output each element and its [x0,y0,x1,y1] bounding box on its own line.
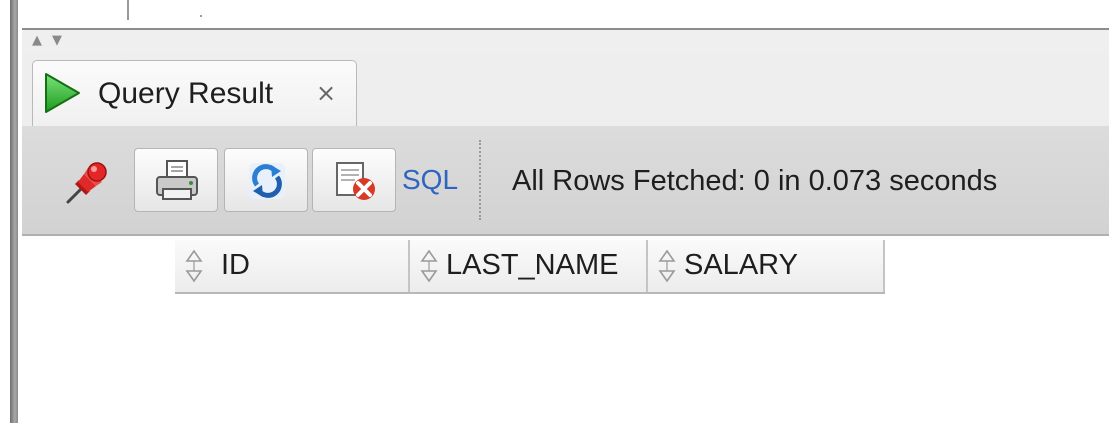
sort-icon [420,249,438,283]
editor-divider [127,0,129,20]
fetch-status-text: All Rows Fetched: 0 in 0.073 seconds [512,165,998,197]
column-label: SALARY [684,249,798,281]
column-header-salary[interactable]: SALARY [648,240,885,292]
panel-splitter[interactable]: ▲ ▼ [22,30,1109,54]
sql-link[interactable]: SQL [402,164,458,196]
close-icon[interactable]: × [316,79,336,107]
column-label: ID [221,249,250,281]
run-play-icon [45,73,80,113]
column-label: LAST_NAME [446,249,619,281]
editor-mark [200,15,202,17]
clear-button[interactable] [312,148,396,212]
refresh-button[interactable] [224,148,308,212]
editor-area-remnant [22,0,1109,30]
tab-label: Query Result [98,77,274,110]
expand-up-icon[interactable]: ▲ [32,33,42,49]
column-header-id[interactable]: ID [175,240,410,292]
toolbar-separator [479,140,481,220]
collapse-down-icon[interactable]: ▼ [52,33,62,49]
printer-icon [156,160,198,200]
result-tab-strip: Query Result × [22,54,1109,127]
tab-query-result[interactable]: Query Result × [32,60,357,126]
pushpin-icon[interactable] [62,160,110,208]
column-header-last-name[interactable]: LAST_NAME [410,240,648,292]
refresh-icon [249,163,285,199]
result-grid-header: ID LAST_NAME SALARY [175,240,885,294]
window-border [10,0,18,423]
window-left-edge [0,0,22,423]
result-toolbar: SQL All Rows Fetched: 0 in 0.073 seconds [22,126,1109,236]
sort-icon [658,249,676,283]
print-button[interactable] [134,148,218,212]
sort-icon [185,249,203,283]
clear-delete-icon [336,162,375,200]
